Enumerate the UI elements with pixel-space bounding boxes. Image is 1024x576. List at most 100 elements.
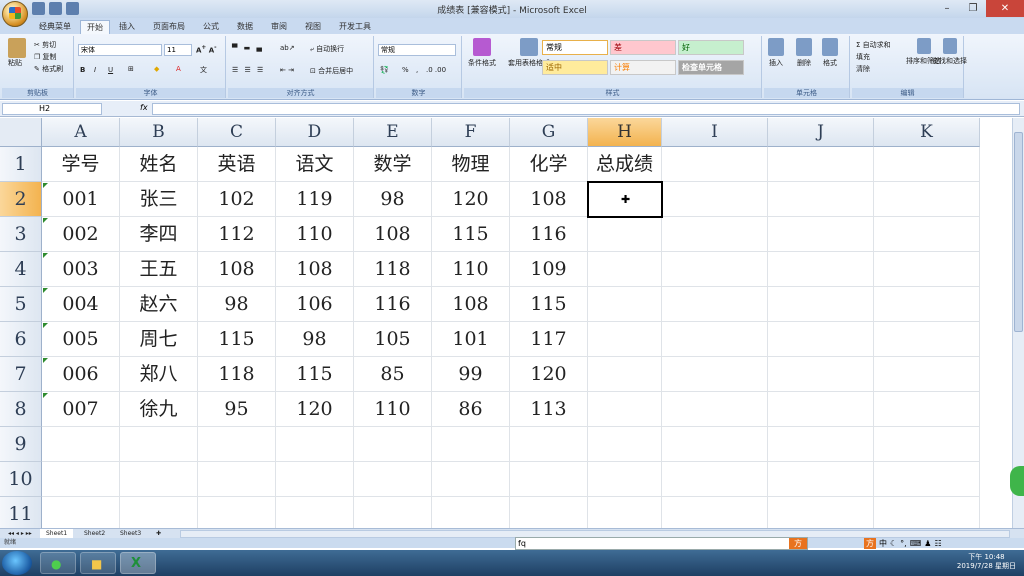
cell-f9[interactable] [432, 427, 510, 462]
cell-j4[interactable] [768, 252, 874, 287]
cell-i3[interactable] [662, 217, 768, 252]
cell-k9[interactable] [874, 427, 980, 462]
cell-e11[interactable] [354, 497, 432, 528]
row-header-11[interactable]: 11 [0, 497, 42, 528]
cell-c11[interactable] [198, 497, 276, 528]
cell-a1[interactable]: 学号 [42, 147, 120, 182]
ime-language[interactable]: 中 [879, 538, 887, 549]
underline-button[interactable]: U [108, 66, 113, 74]
cell-b10[interactable] [120, 462, 198, 497]
cell-i6[interactable] [662, 322, 768, 357]
cell-j1[interactable] [768, 147, 874, 182]
cell-f4[interactable]: 110 [432, 252, 510, 287]
vertical-scroll-thumb[interactable] [1014, 132, 1023, 332]
cell-b11[interactable] [120, 497, 198, 528]
row-header-5[interactable]: 5 [0, 287, 42, 322]
insert-cells-button[interactable]: 插入 [768, 38, 784, 68]
punctuation-icon[interactable]: °, [900, 539, 907, 548]
decimal-icons[interactable]: .0 .00 [426, 66, 446, 74]
wechat-taskbar-icon[interactable]: ● [40, 552, 76, 574]
cell-d1[interactable]: 语文 [276, 147, 354, 182]
cell-j3[interactable] [768, 217, 874, 252]
cell-g5[interactable]: 115 [510, 287, 588, 322]
cell-g1[interactable]: 化学 [510, 147, 588, 182]
cell-e2[interactable]: 98 [354, 182, 432, 217]
cell-k4[interactable] [874, 252, 980, 287]
autosum-button[interactable]: Σ 自动求和 [856, 40, 891, 50]
cell-c5[interactable]: 98 [198, 287, 276, 322]
cell-d3[interactable]: 110 [276, 217, 354, 252]
cell-g6[interactable]: 117 [510, 322, 588, 357]
tab-developer[interactable]: 开发工具 [332, 20, 378, 34]
cell-f2[interactable]: 120 [432, 182, 510, 217]
cell-b2[interactable]: 张三 [120, 182, 198, 217]
font-name-select[interactable]: 宋体 [78, 44, 162, 56]
cell-a3[interactable]: 002 [42, 217, 120, 252]
cell-g4[interactable]: 109 [510, 252, 588, 287]
cell-i10[interactable] [662, 462, 768, 497]
user-icon[interactable]: ♟ [924, 539, 931, 548]
cell-h9[interactable] [588, 427, 662, 462]
cell-d9[interactable] [276, 427, 354, 462]
style-normal[interactable]: 常规 [542, 40, 608, 55]
cell-h11[interactable] [588, 497, 662, 528]
cell-f6[interactable]: 101 [432, 322, 510, 357]
cell-c8[interactable]: 95 [198, 392, 276, 427]
cell-a6[interactable]: 005 [42, 322, 120, 357]
column-header-f[interactable]: F [432, 118, 510, 147]
clear-button[interactable]: 清除 [856, 64, 870, 74]
cell-c1[interactable]: 英语 [198, 147, 276, 182]
cell-f10[interactable] [432, 462, 510, 497]
column-header-k[interactable]: K [874, 118, 980, 147]
delete-cells-button[interactable]: 删除 [796, 38, 812, 68]
tab-insert[interactable]: 插入 [112, 20, 142, 34]
cell-f1[interactable]: 物理 [432, 147, 510, 182]
cell-a11[interactable] [42, 497, 120, 528]
redo-icon[interactable] [66, 2, 79, 15]
cell-a4[interactable]: 003 [42, 252, 120, 287]
format-cells-button[interactable]: 格式 [822, 38, 838, 68]
cell-i11[interactable] [662, 497, 768, 528]
row-header-10[interactable]: 10 [0, 462, 42, 497]
cell-c2[interactable]: 102 [198, 182, 276, 217]
floating-assistant-button[interactable] [1010, 466, 1024, 496]
cell-h4[interactable] [588, 252, 662, 287]
column-header-e[interactable]: E [354, 118, 432, 147]
cell-b7[interactable]: 郑八 [120, 357, 198, 392]
cell-k10[interactable] [874, 462, 980, 497]
percent-button[interactable]: % [402, 66, 409, 74]
column-header-h[interactable]: H [588, 118, 662, 147]
cell-g2[interactable]: 108 [510, 182, 588, 217]
cell-c7[interactable]: 118 [198, 357, 276, 392]
formula-input[interactable] [152, 103, 1020, 115]
tab-page-layout[interactable]: 页面布局 [146, 20, 192, 34]
cell-c10[interactable] [198, 462, 276, 497]
cell-d10[interactable] [276, 462, 354, 497]
cell-k3[interactable] [874, 217, 980, 252]
minimize-button[interactable]: – [934, 0, 960, 17]
menu-icon[interactable]: ☷ [934, 539, 941, 548]
number-format-select[interactable]: 常规 [378, 44, 456, 56]
cell-j6[interactable] [768, 322, 874, 357]
column-header-g[interactable]: G [510, 118, 588, 147]
cell-b9[interactable] [120, 427, 198, 462]
row-header-7[interactable]: 7 [0, 357, 42, 392]
cell-d11[interactable] [276, 497, 354, 528]
cell-e6[interactable]: 105 [354, 322, 432, 357]
cell-j9[interactable] [768, 427, 874, 462]
cell-e10[interactable] [354, 462, 432, 497]
grow-font-button[interactable]: A+ A- [196, 45, 217, 54]
column-header-j[interactable]: J [768, 118, 874, 147]
fill-color-icon[interactable]: ◆ [154, 65, 159, 73]
tab-home[interactable]: 开始 [80, 20, 110, 34]
name-box[interactable]: H2 [2, 103, 102, 115]
excel-taskbar-icon[interactable]: X [120, 552, 156, 574]
copy-button[interactable]: ❐ 复制 [34, 52, 57, 62]
cell-a10[interactable] [42, 462, 120, 497]
row-header-9[interactable]: 9 [0, 427, 42, 462]
tab-review[interactable]: 审阅 [264, 20, 294, 34]
cell-k7[interactable] [874, 357, 980, 392]
wrap-text-button[interactable]: ⤶ 自动换行 [310, 44, 344, 54]
cell-e5[interactable]: 116 [354, 287, 432, 322]
cell-d2[interactable]: 119 [276, 182, 354, 217]
